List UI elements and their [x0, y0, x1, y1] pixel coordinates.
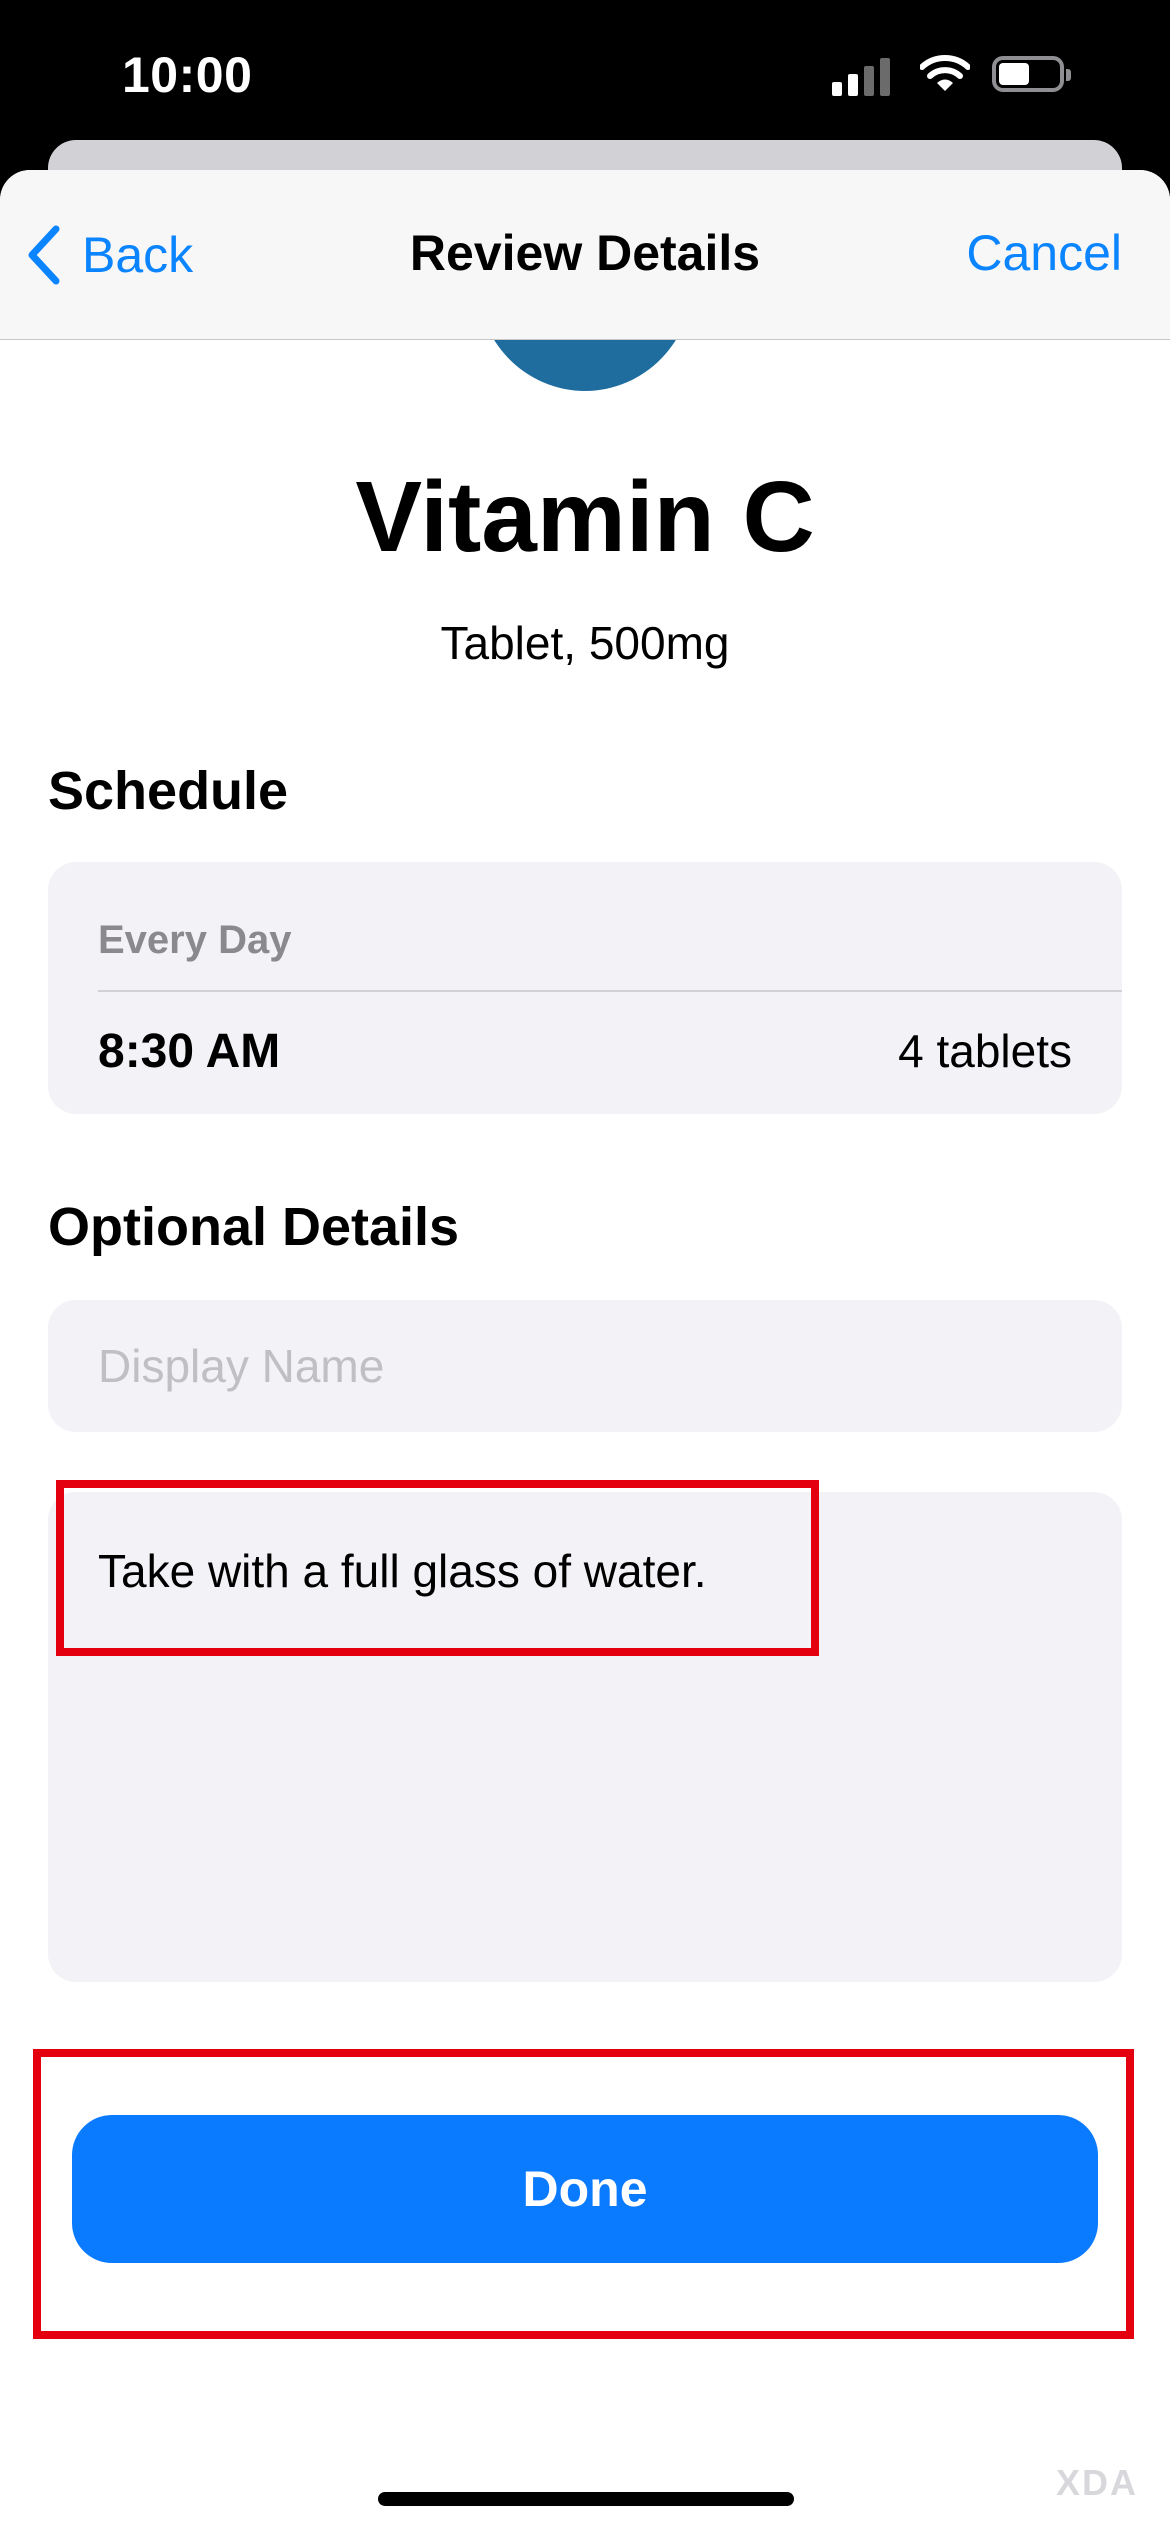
navigation-bar: Back Review Details Cancel: [0, 170, 1170, 340]
cancel-button[interactable]: Cancel: [966, 224, 1122, 282]
done-button[interactable]: Done: [72, 2115, 1098, 2263]
review-details-sheet: Back Review Details Cancel Vitamin C Tab…: [0, 170, 1170, 2532]
medication-detail: Tablet, 500mg: [440, 617, 730, 669]
optional-details-section-title: Optional Details: [48, 1197, 460, 1257]
display-name-input[interactable]: [48, 1300, 1122, 1432]
schedule-time: 8:30 AM: [98, 1025, 281, 1078]
cellular-signal-icon: [832, 56, 892, 96]
notes-field[interactable]: Take with a full glass of water.: [48, 1492, 1122, 1982]
watermark-logo: XDA: [1055, 2462, 1138, 2503]
medication-name: Vitamin C: [355, 461, 815, 573]
status-bar: 10:00: [0, 0, 1170, 150]
schedule-dose: 4 tablets: [898, 1025, 1072, 1077]
schedule-card[interactable]: Every Day 8:30 AM 4 tablets: [48, 862, 1122, 1114]
wifi-icon: [920, 55, 970, 91]
battery-icon: [992, 56, 1071, 92]
divider: [98, 990, 1122, 992]
notes-text: Take with a full glass of water.: [98, 1545, 707, 1597]
schedule-frequency: Every Day: [98, 918, 292, 962]
status-time: 10:00: [122, 47, 253, 103]
home-indicator: [378, 2492, 794, 2506]
schedule-section-title: Schedule: [48, 761, 289, 821]
